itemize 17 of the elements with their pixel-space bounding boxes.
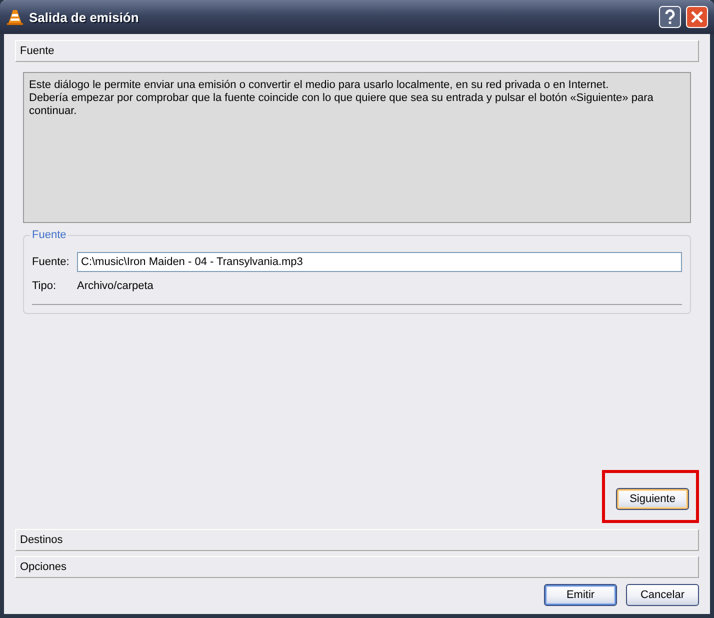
help-button[interactable] [659, 6, 681, 28]
dialog-button[interactable]: Emitir [544, 584, 617, 606]
next-button[interactable]: Siguiente [616, 488, 689, 510]
group-title: Fuente [30, 229, 68, 241]
description-text: Debería empezar por comprobar que la fuente coincide con lo que quiere que sea su entrada y pulsar el botón «Siguiente» para continuar. [29, 92, 654, 118]
close-button[interactable] [686, 6, 708, 28]
field-label: Tipo: [32, 280, 58, 292]
source-field[interactable]: C:\music\Iron Maiden - 04 - Transylvania.mp3 [77, 252, 682, 272]
section-header[interactable]: Opciones [15, 556, 699, 578]
window-title: Salida de emisión [29, 10, 140, 24]
type-value: Archivo/carpeta [77, 280, 154, 292]
dialog-button[interactable]: Cancelar [626, 584, 699, 606]
traffic-cone-icon [6, 8, 24, 26]
section-header[interactable]: Fuente [15, 40, 699, 62]
description-text: Este diálogo le permite enviar una emisión o convertir el medio para usarlo localmente, en su red privada o en Internet. [29, 79, 610, 92]
field-label: Fuente: [32, 256, 70, 268]
section-header[interactable]: Destinos [15, 529, 699, 551]
